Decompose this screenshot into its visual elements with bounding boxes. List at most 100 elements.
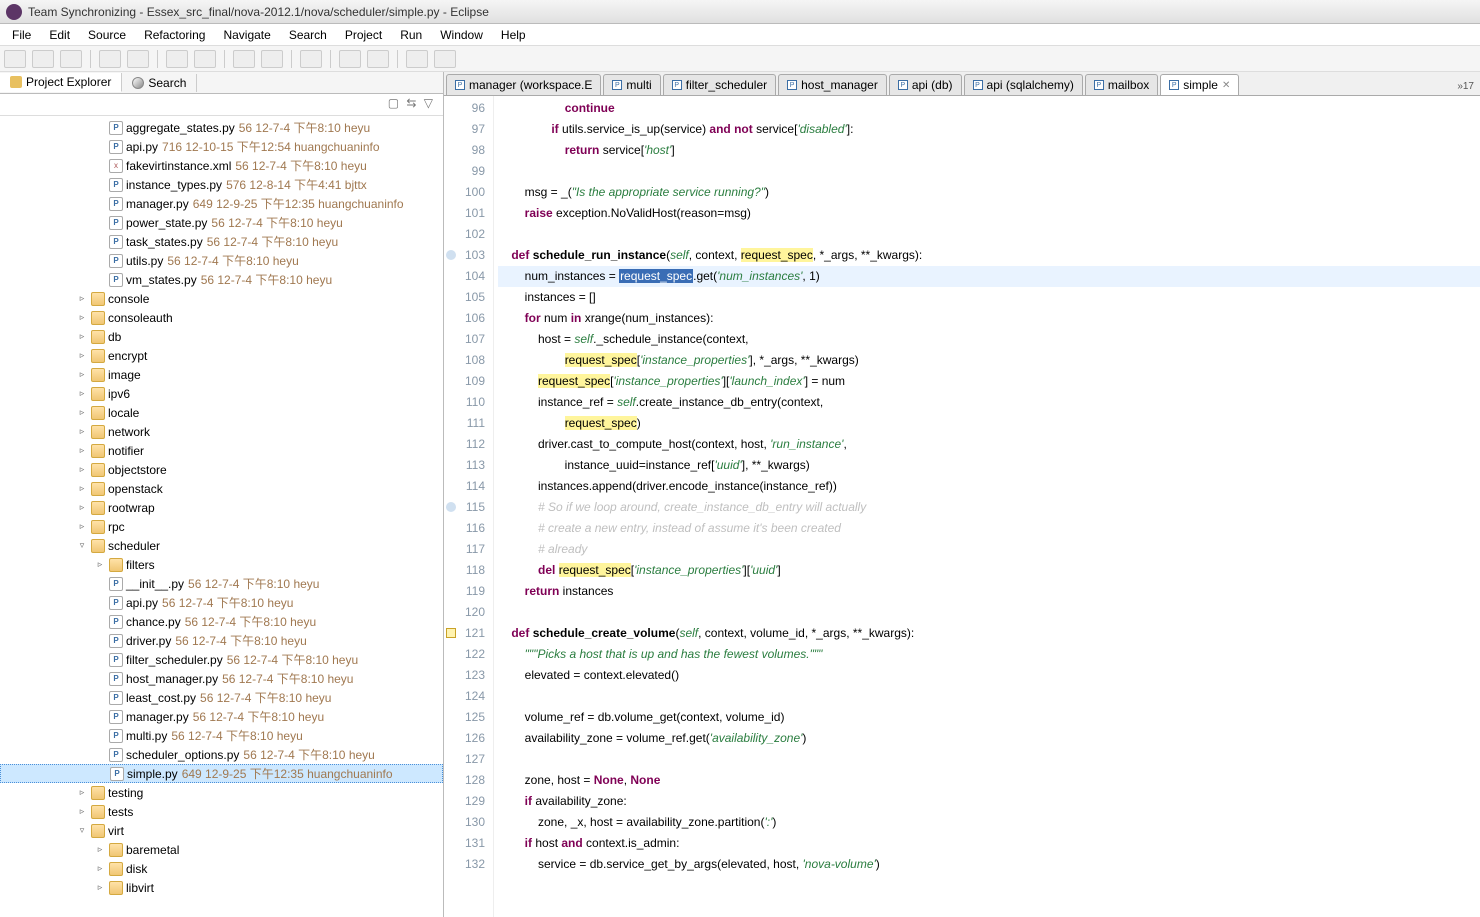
tb-new[interactable] (4, 50, 26, 68)
tree-node[interactable]: ▹rootwrap (0, 498, 443, 517)
code-line[interactable]: elevated = context.elevated() (498, 665, 1480, 686)
menu-project[interactable]: Project (337, 26, 390, 44)
code-line[interactable]: raise exception.NoValidHost(reason=msg) (498, 203, 1480, 224)
tree-node[interactable]: power_state.py 56 12-7-4 下午8:10 heyu (0, 213, 443, 232)
tb-pin[interactable] (300, 50, 322, 68)
menu-window[interactable]: Window (432, 26, 491, 44)
expand-icon[interactable] (94, 274, 106, 286)
expand-icon[interactable]: ▹ (76, 502, 88, 514)
tab-project-explorer[interactable]: Project Explorer (0, 73, 122, 92)
editor-tab[interactable]: multi (603, 74, 660, 95)
tree-node[interactable]: ▹encrypt (0, 346, 443, 365)
code-line[interactable] (498, 161, 1480, 182)
tree-node[interactable]: __init__.py 56 12-7-4 下午8:10 heyu (0, 574, 443, 593)
expand-icon[interactable]: ▹ (76, 445, 88, 457)
expand-icon[interactable]: ▹ (76, 369, 88, 381)
tb-next[interactable] (339, 50, 361, 68)
tree-node[interactable]: multi.py 56 12-7-4 下午8:10 heyu (0, 726, 443, 745)
expand-icon[interactable]: ▹ (94, 863, 106, 875)
tab-search[interactable]: Search (122, 74, 197, 92)
menu-help[interactable]: Help (493, 26, 534, 44)
expand-icon[interactable] (94, 673, 106, 685)
code-area[interactable]: continue if utils.service_is_up(service)… (494, 96, 1480, 917)
editor-tab[interactable]: manager (workspace.E (446, 74, 601, 95)
tree-node[interactable]: ▿virt (0, 821, 443, 840)
menu-run[interactable]: Run (392, 26, 430, 44)
tree-node[interactable]: ▹notifier (0, 441, 443, 460)
expand-icon[interactable] (94, 179, 106, 191)
tree-node[interactable]: ▹openstack (0, 479, 443, 498)
tree-node[interactable]: aggregate_states.py 56 12-7-4 下午8:10 hey… (0, 118, 443, 137)
expand-icon[interactable] (94, 749, 106, 761)
tb-nav1[interactable] (233, 50, 255, 68)
code-line[interactable]: if host and context.is_admin: (498, 833, 1480, 854)
tb-forward[interactable] (434, 50, 456, 68)
tree-node[interactable]: ▹ipv6 (0, 384, 443, 403)
expand-icon[interactable] (94, 255, 106, 267)
tb-open[interactable] (166, 50, 188, 68)
code-line[interactable] (498, 602, 1480, 623)
tree-node[interactable]: ▿scheduler (0, 536, 443, 555)
code-line[interactable]: continue (498, 98, 1480, 119)
expand-icon[interactable] (94, 160, 106, 172)
code-line[interactable]: host = self._schedule_instance(context, (498, 329, 1480, 350)
code-line[interactable]: return instances (498, 581, 1480, 602)
expand-icon[interactable] (94, 635, 106, 647)
tree-node[interactable]: instance_types.py 576 12-8-14 下午4:41 bjt… (0, 175, 443, 194)
code-line[interactable] (498, 686, 1480, 707)
code-line[interactable]: volume_ref = db.volume_get(context, volu… (498, 707, 1480, 728)
menu-refactoring[interactable]: Refactoring (136, 26, 213, 44)
expand-icon[interactable] (94, 141, 106, 153)
quickfix-icon[interactable] (446, 502, 456, 512)
expand-icon[interactable] (94, 711, 106, 723)
code-line[interactable]: instance_uuid=instance_ref['uuid'], **_k… (498, 455, 1480, 476)
expand-icon[interactable] (94, 198, 106, 210)
tree-node[interactable]: manager.py 649 12-9-25 下午12:35 huangchua… (0, 194, 443, 213)
editor-tab[interactable]: host_manager (778, 74, 887, 95)
code-line[interactable]: availability_zone = volume_ref.get('avai… (498, 728, 1480, 749)
expand-icon[interactable]: ▹ (76, 787, 88, 799)
warning-icon[interactable] (446, 628, 456, 638)
expand-icon[interactable]: ▹ (76, 483, 88, 495)
expand-icon[interactable] (94, 730, 106, 742)
expand-icon[interactable] (94, 616, 106, 628)
more-tabs-button[interactable]: »17 (1451, 78, 1480, 95)
tree-node[interactable]: driver.py 56 12-7-4 下午8:10 heyu (0, 631, 443, 650)
code-line[interactable]: if availability_zone: (498, 791, 1480, 812)
tree-node[interactable]: fakevirtinstance.xml 56 12-7-4 下午8:10 he… (0, 156, 443, 175)
code-line[interactable]: """Picks a host that is up and has the f… (498, 644, 1480, 665)
project-tree[interactable]: aggregate_states.py 56 12-7-4 下午8:10 hey… (0, 116, 443, 917)
tb-saveall[interactable] (60, 50, 82, 68)
tree-node[interactable]: api.py 56 12-7-4 下午8:10 heyu (0, 593, 443, 612)
expand-icon[interactable]: ▹ (94, 559, 106, 571)
expand-icon[interactable]: ▹ (94, 882, 106, 894)
tree-node[interactable]: scheduler_options.py 56 12-7-4 下午8:10 he… (0, 745, 443, 764)
code-line[interactable]: zone, host = None, None (498, 770, 1480, 791)
tree-node[interactable]: utils.py 56 12-7-4 下午8:10 heyu (0, 251, 443, 270)
tb-run[interactable] (127, 50, 149, 68)
tree-node[interactable]: ▹disk (0, 859, 443, 878)
tree-node[interactable]: chance.py 56 12-7-4 下午8:10 heyu (0, 612, 443, 631)
explorer-toolbar[interactable]: ▢ ⇆ ▽ (0, 94, 443, 116)
code-line[interactable]: del request_spec['instance_properties'][… (498, 560, 1480, 581)
tree-node[interactable]: ▹db (0, 327, 443, 346)
expand-icon[interactable] (94, 217, 106, 229)
tree-node[interactable]: ▹testing (0, 783, 443, 802)
code-line[interactable]: def schedule_create_volume(self, context… (498, 623, 1480, 644)
code-line[interactable]: instance_ref = self.create_instance_db_e… (498, 392, 1480, 413)
expand-icon[interactable]: ▹ (76, 293, 88, 305)
editor-tab[interactable]: api (db) (889, 74, 962, 95)
expand-icon[interactable] (94, 122, 106, 134)
code-line[interactable] (498, 224, 1480, 245)
code-line[interactable]: if utils.service_is_up(service) and not … (498, 119, 1480, 140)
tree-node[interactable]: ▹console (0, 289, 443, 308)
code-line[interactable]: num_instances = request_spec.get('num_in… (498, 266, 1480, 287)
editor-tab[interactable]: mailbox (1085, 74, 1158, 95)
tree-node[interactable]: ▹locale (0, 403, 443, 422)
tree-node[interactable]: least_cost.py 56 12-7-4 下午8:10 heyu (0, 688, 443, 707)
tree-node[interactable]: host_manager.py 56 12-7-4 下午8:10 heyu (0, 669, 443, 688)
editor-tab[interactable]: api (sqlalchemy) (964, 74, 1083, 95)
menu-file[interactable]: File (4, 26, 39, 44)
expand-icon[interactable]: ▹ (76, 426, 88, 438)
expand-icon[interactable] (94, 578, 106, 590)
